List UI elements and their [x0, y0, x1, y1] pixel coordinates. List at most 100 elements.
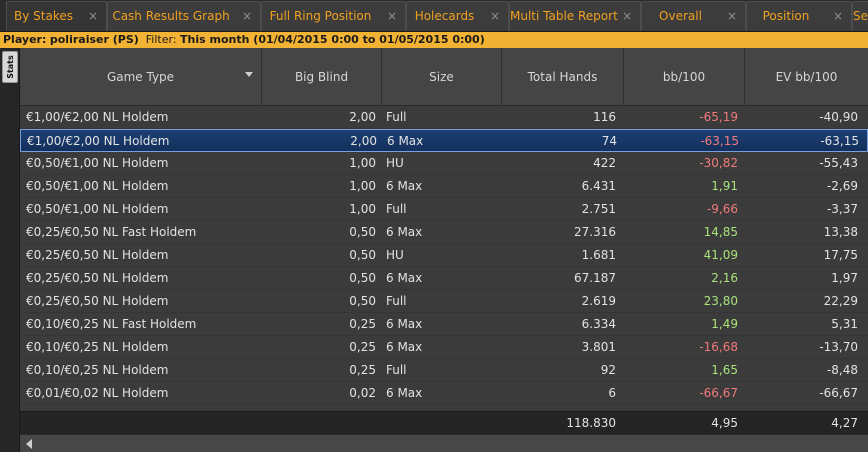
tab-position[interactable]: Position × — [746, 1, 852, 31]
table-row[interactable]: €0,25/€0,50 NL Fast Holdem 0,50 6 Max 27.31… — [20, 221, 868, 244]
table-row[interactable]: €0,10/€0,25 NL Fast Holdem 0,25 6 Max 6.334… — [20, 313, 868, 336]
tab-cash-results-graph[interactable]: Cash Results Graph × — [107, 1, 261, 31]
cell-bb100: 23,80 — [703, 294, 738, 308]
sort-desc-icon[interactable] — [245, 72, 253, 77]
cell-size: 6 Max — [386, 179, 423, 193]
close-icon[interactable]: × — [88, 2, 98, 30]
table-row[interactable]: €0,01/€0,02 NL Holdem 0,02 6 Max 6 -66,67 -66… — [20, 382, 868, 405]
filter-value: This month (01/04/2015 0:00 to 01/05/201… — [180, 33, 485, 46]
cell-game-type: €0,50/€1,00 NL Holdem — [26, 156, 169, 170]
cell-size: Full — [386, 294, 407, 308]
scroll-left-arrow-icon[interactable] — [26, 439, 32, 449]
column-header-bb100[interactable]: bb/100 — [624, 48, 745, 106]
cell-bb100: 41,09 — [703, 248, 738, 262]
column-header-total-hands[interactable]: Total Hands — [502, 48, 624, 106]
cell-bb100: -30,82 — [699, 156, 738, 170]
cell-ev-bb100: 17,75 — [823, 248, 858, 262]
table-row[interactable]: €0,10/€0,25 NL Holdem 0,25 6 Max 3.801 -16,6… — [20, 336, 868, 359]
column-header-big-blind[interactable]: Big Blind — [262, 48, 382, 106]
cell-ev-bb100: 13,38 — [823, 225, 858, 239]
cell-ev-bb100: -40,90 — [819, 110, 858, 124]
tab-full-ring-position[interactable]: Full Ring Position × — [261, 1, 406, 31]
cell-size: HU — [386, 248, 404, 262]
cell-size: Full — [386, 202, 407, 216]
cell-ev-bb100: 22,29 — [823, 294, 858, 308]
cell-game-type: €0,10/€0,25 NL Holdem — [26, 363, 169, 377]
totals-row: 118.830 4,95 4,27 — [20, 411, 868, 434]
close-icon[interactable]: × — [622, 2, 632, 30]
table-row[interactable]: €1,00/€2,00 NL Holdem 2,00 Full 116 -65,19 -4… — [20, 106, 868, 129]
cell-big-blind: 0,50 — [349, 271, 376, 285]
cell-ev-bb100: -8,48 — [826, 363, 858, 377]
cell-big-blind: 0,25 — [349, 363, 376, 377]
table-row[interactable]: €0,25/€0,50 NL Holdem 0,50 6 Max 67.187 2,16… — [20, 267, 868, 290]
cell-ev-bb100: 5,31 — [831, 317, 858, 331]
cell-size: 6 Max — [387, 134, 424, 148]
cell-game-type: €0,10/€0,25 NL Holdem — [26, 340, 169, 354]
table-row[interactable]: €0,25/€0,50 NL Holdem 0,50 Full 2.619 23,80 2… — [20, 290, 868, 313]
cell-big-blind: 1,00 — [349, 156, 376, 170]
tab-label: Multi Table Report — [510, 9, 618, 23]
table-row[interactable]: €0,25/€0,50 NL Holdem 0,50 HU 1.681 41,09 17,… — [20, 244, 868, 267]
cell-total-hands: 92 — [600, 363, 616, 377]
column-header-label: bb/100 — [662, 70, 706, 84]
cell-big-blind: 0,50 — [349, 248, 376, 262]
column-header-size[interactable]: Size — [382, 48, 502, 106]
table-row[interactable]: €1,00/€2,00 NL Holdem 2,00 6 Max 74 -63,15 -6… — [20, 129, 868, 152]
tab-label: Overall — [659, 9, 702, 23]
cell-game-type: €0,01/€0,02 NL Holdem — [26, 386, 169, 400]
column-header-label: EV bb/100 — [775, 70, 838, 84]
side-panel: Stats — [0, 48, 20, 452]
cell-size: HU — [386, 156, 404, 170]
cell-bb100: 2,16 — [711, 271, 738, 285]
cell-game-type: €0,10/€0,25 NL Fast Holdem — [26, 317, 197, 331]
tab-label: Holecards — [414, 9, 475, 23]
cell-bb100: 1,49 — [711, 317, 738, 331]
cell-big-blind: 0,25 — [349, 317, 376, 331]
close-icon[interactable]: × — [387, 2, 397, 30]
cell-big-blind: 0,50 — [349, 294, 376, 308]
table-row[interactable]: €0,10/€0,25 NL Holdem 0,25 Full 92 1,65 -8,48 — [20, 359, 868, 382]
column-header-ev-bb100[interactable]: EV bb/100 — [745, 48, 868, 106]
cell-total-hands: 2.619 — [581, 294, 616, 308]
cell-size: 6 Max — [386, 386, 423, 400]
stats-side-tab[interactable]: Stats — [2, 51, 18, 83]
table-row[interactable]: €0,50/€1,00 NL Holdem 1,00 6 Max 6.431 1,91 -… — [20, 175, 868, 198]
close-icon[interactable]: × — [727, 2, 737, 30]
tab-by-stakes[interactable]: By Stakes × — [6, 1, 107, 31]
close-icon[interactable]: × — [833, 2, 843, 30]
cell-big-blind: 2,00 — [349, 110, 376, 124]
cell-bb100: -16,68 — [699, 340, 738, 354]
cell-ev-bb100: 1,97 — [831, 271, 858, 285]
total-ev-bb100: 4,27 — [831, 416, 858, 430]
tab-multi-table-report[interactable]: Multi Table Report × — [509, 1, 641, 31]
column-header-game-type[interactable]: Game Type — [20, 48, 262, 106]
column-header-label: Total Hands — [527, 70, 598, 84]
grid-rows: €1,00/€2,00 NL Holdem 2,00 Full 116 -65,19 -4… — [20, 106, 868, 405]
horizontal-scrollbar[interactable] — [20, 434, 868, 452]
cell-ev-bb100: -63,15 — [820, 134, 859, 148]
cell-game-type: €0,50/€1,00 NL Holdem — [26, 202, 169, 216]
cell-big-blind: 0,50 — [349, 225, 376, 239]
close-icon[interactable]: × — [490, 2, 500, 30]
cell-total-hands: 116 — [593, 110, 616, 124]
cell-total-hands: 6.431 — [581, 179, 616, 193]
cell-bb100: 1,65 — [711, 363, 738, 377]
tab-holecards[interactable]: Holecards × — [406, 1, 509, 31]
cell-ev-bb100: -66,67 — [819, 386, 858, 400]
filter-bar: Player: poliraiser (PS) Filter: This mon… — [0, 32, 868, 48]
report-tab-strip: By Stakes × Cash Results Graph × Full Ring P… — [0, 0, 868, 32]
close-icon[interactable]: × — [242, 2, 252, 30]
cell-total-hands: 67.187 — [574, 271, 616, 285]
tab-overall[interactable]: Overall × — [641, 1, 746, 31]
table-row[interactable]: €0,50/€1,00 NL Holdem 1,00 HU 422 -30,82 -55,… — [20, 152, 868, 175]
tab-se[interactable]: Se — [852, 1, 868, 31]
table-row[interactable]: €0,50/€1,00 NL Holdem 1,00 Full 2.751 -9,66 -… — [20, 198, 868, 221]
cell-bb100: 14,85 — [703, 225, 738, 239]
stats-side-tab-label: Stats — [6, 55, 15, 79]
cell-size: 6 Max — [386, 225, 423, 239]
player-value: poliraiser (PS) — [49, 33, 139, 46]
cell-total-hands: 27.316 — [574, 225, 616, 239]
cell-game-type: €0,25/€0,50 NL Holdem — [26, 294, 169, 308]
cell-ev-bb100: -13,70 — [819, 340, 858, 354]
